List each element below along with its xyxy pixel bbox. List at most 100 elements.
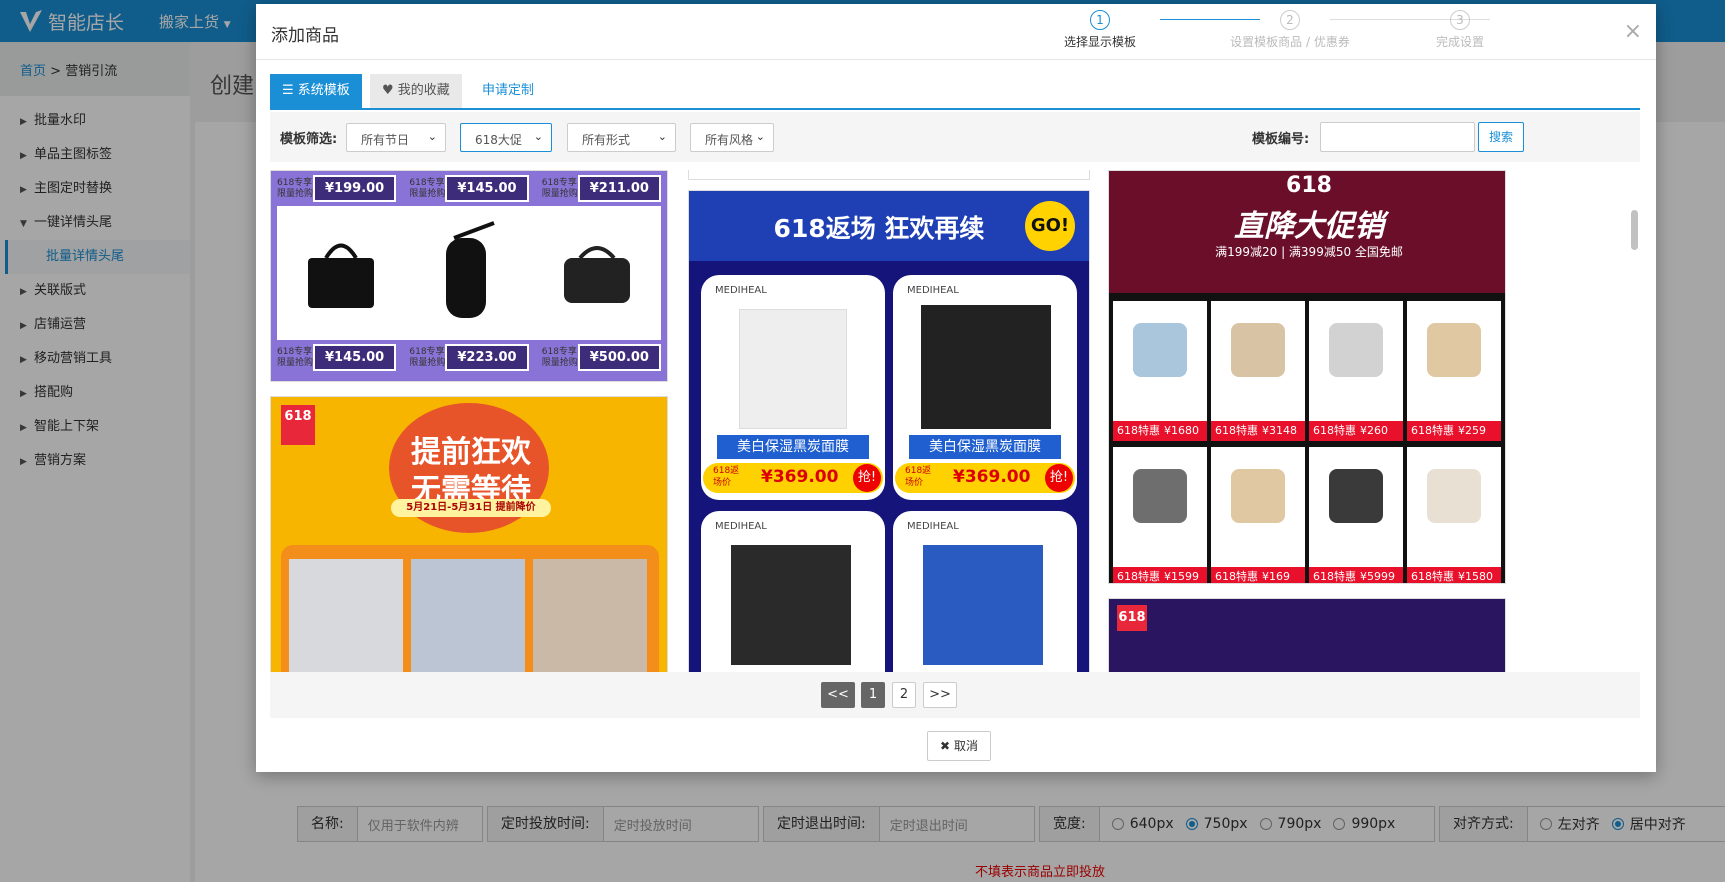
form-select[interactable]: 所有形式 ⌄	[567, 123, 676, 152]
template-gallery: 618专享 限量抢购 ¥199.00 618专享 限量抢购 ¥145.00 618专…	[270, 170, 1640, 672]
scrollbar-thumb[interactable]	[1631, 210, 1638, 250]
template-card-shoes[interactable]: 618 提前狂欢 无需等待 5月21日-5月31日 提前降价	[270, 396, 668, 672]
mask-product-card: MEDIHEAL 美白保湿黑炭面膜 618返场价 ¥369.00 抢!	[893, 275, 1077, 500]
brand-label: MEDIHEAL	[907, 285, 959, 296]
price-bar: 618特惠 ¥3148	[1211, 421, 1305, 441]
price-label: ¥500.00	[577, 344, 661, 371]
prev-page-button[interactable]: <<	[821, 682, 855, 708]
close-icon: ✖	[940, 739, 951, 753]
cancel-label: 取消	[953, 739, 978, 753]
price-value: ¥3148	[1262, 424, 1297, 437]
chevron-down-icon: ⌄	[427, 130, 437, 143]
template-code-input[interactable]	[1320, 122, 1475, 152]
promo-select[interactable]: 618大促 ⌄	[460, 123, 552, 152]
price-row: 618专享 限量抢购 ¥199.00 618专享 限量抢购 ¥145.00 618专…	[271, 171, 667, 206]
price-label: ¥211.00	[577, 175, 661, 202]
gallery-column: 618返场 狂欢再续 GO! MEDIHEAL 美白保湿黑炭面膜 618返场价 …	[688, 170, 1090, 672]
holiday-select[interactable]: 所有节日 ⌄	[346, 123, 446, 152]
tab-request-custom[interactable]: 申请定制	[470, 74, 546, 108]
close-icon[interactable]: ×	[1624, 19, 1642, 44]
badge-618: 618	[1117, 605, 1147, 631]
furniture-item: 618特惠 ¥1599	[1113, 447, 1207, 583]
style-select[interactable]: 所有风格 ⌄	[690, 123, 774, 152]
furniture-image	[1329, 469, 1383, 523]
product-name: 美白保湿黑炭面膜	[909, 435, 1061, 459]
step-number: 2	[1280, 10, 1300, 30]
shoe-image	[289, 559, 403, 672]
price-bar: 618返场价 ¥369.00 抢!	[895, 463, 1075, 493]
price-bar: 618特惠 ¥1580	[1407, 567, 1501, 583]
go-badge: GO!	[1025, 201, 1075, 251]
furniture-image	[1231, 323, 1285, 377]
furniture-item: 618特惠 ¥3148	[1211, 301, 1305, 441]
furniture-image	[1329, 323, 1383, 377]
template-card-partial[interactable]: 618	[1108, 598, 1506, 672]
price-row: 618专享 限量抢购 ¥145.00 618专享 限量抢购 ¥223.00 618专…	[271, 340, 667, 375]
grab-badge: 抢!	[853, 464, 881, 492]
step-label: 设置模板商品 / 优惠券	[1230, 35, 1350, 49]
price-label: ¥199.00	[313, 175, 397, 202]
promo-tag: 618专享 限量抢购	[541, 177, 578, 199]
filter-label: 模板筛选:	[280, 132, 338, 147]
template-card-partial[interactable]	[688, 170, 1090, 180]
select-value: 所有形式	[582, 133, 631, 147]
tab-system-templates[interactable]: ☰ 系统模板	[270, 74, 362, 108]
furniture-item: 618特惠 ¥5999	[1309, 447, 1403, 583]
code-label: 模板编号:	[1252, 132, 1310, 147]
promo-tag: 618专享 限量抢购	[277, 346, 314, 368]
price-bar: 618返场价 ¥369.00 抢!	[703, 463, 883, 493]
brand-label: MEDIHEAL	[715, 521, 767, 532]
bag-image	[277, 206, 405, 340]
price-value: ¥369.00	[761, 467, 839, 487]
price-value: ¥259	[1458, 424, 1486, 437]
mask-product-card: MEDIHEAL	[701, 511, 885, 672]
template-card-mask[interactable]: 618返场 狂欢再续 GO! MEDIHEAL 美白保湿黑炭面膜 618返场价 …	[688, 190, 1090, 672]
furniture-item: 618特惠 ¥259	[1407, 301, 1501, 441]
price-value: ¥5999	[1360, 570, 1395, 583]
cancel-button[interactable]: ✖ 取消	[927, 731, 991, 761]
template-card-furniture[interactable]: 618 直降大促销 满199减20 | 满399减50 全国免邮 618特惠 ¥1…	[1108, 170, 1506, 584]
page-2-button[interactable]: 2	[892, 682, 916, 708]
price-tag: 618返场价	[905, 466, 932, 488]
step-3: 3 完成设置	[1400, 10, 1520, 50]
chevron-down-icon: ⌄	[755, 130, 765, 143]
page-1-button[interactable]: 1	[861, 682, 885, 708]
filter-bar: 模板筛选: 所有节日 ⌄ 618大促 ⌄ 所有形式 ⌄ 所有风格 ⌄ 模板编号: 搜索	[270, 112, 1640, 162]
promo-tag: 618特惠	[1313, 570, 1356, 583]
grab-badge: 抢!	[1045, 464, 1073, 492]
next-page-button[interactable]: >>	[923, 682, 957, 708]
price-value: ¥1680	[1164, 424, 1199, 437]
furniture-item: 618特惠 ¥169	[1211, 447, 1305, 583]
furniture-image	[1427, 323, 1481, 377]
search-button[interactable]: 搜索	[1478, 122, 1524, 152]
banner-title: 直降大促销	[1234, 209, 1384, 244]
step-2: 2 设置模板商品 / 优惠券	[1210, 10, 1370, 50]
furniture-image	[1427, 469, 1481, 523]
gallery-column: 618 直降大促销 满199减20 | 满399减50 全国免邮 618特惠 ¥1…	[1108, 170, 1508, 672]
promo-tag: 618专享 限量抢购	[409, 177, 446, 199]
template-card-bags[interactable]: 618专享 限量抢购 ¥199.00 618专享 限量抢购 ¥145.00 618专…	[270, 170, 668, 382]
modal-title: 添加商品	[271, 26, 339, 46]
price-bar: 618特惠 ¥1599	[1113, 567, 1207, 583]
brand-label: MEDIHEAL	[715, 285, 767, 296]
furniture-image	[1133, 323, 1187, 377]
promo-tag: 618专享 限量抢购	[409, 346, 446, 368]
banner-title: 618返场 狂欢再续	[773, 214, 985, 243]
shoe-image	[533, 559, 647, 672]
price-bar: 618特惠 ¥259	[1407, 421, 1501, 441]
bag-image	[533, 206, 661, 340]
banner-618: 618	[1286, 173, 1332, 198]
price-value: ¥1580	[1458, 570, 1493, 583]
tab-label: 系统模板	[297, 83, 350, 98]
tab-my-favorites[interactable]: ♥ 我的收藏	[370, 74, 462, 108]
promo-tag: 618特惠	[1215, 424, 1258, 437]
promo-tag: 618特惠	[1117, 570, 1160, 583]
price-bar: 618特惠 ¥169	[1211, 567, 1305, 583]
price-value: ¥369.00	[953, 467, 1031, 487]
product-row	[271, 206, 667, 340]
mask-product-card: MEDIHEAL 美白保湿黑炭面膜 618返场价 ¥369.00 抢!	[701, 275, 885, 500]
promo-tag: 618专享 限量抢购	[541, 346, 578, 368]
badge-618: 618	[281, 405, 315, 445]
promo-tag: 618特惠	[1117, 424, 1160, 437]
select-value: 所有节日	[361, 133, 410, 147]
